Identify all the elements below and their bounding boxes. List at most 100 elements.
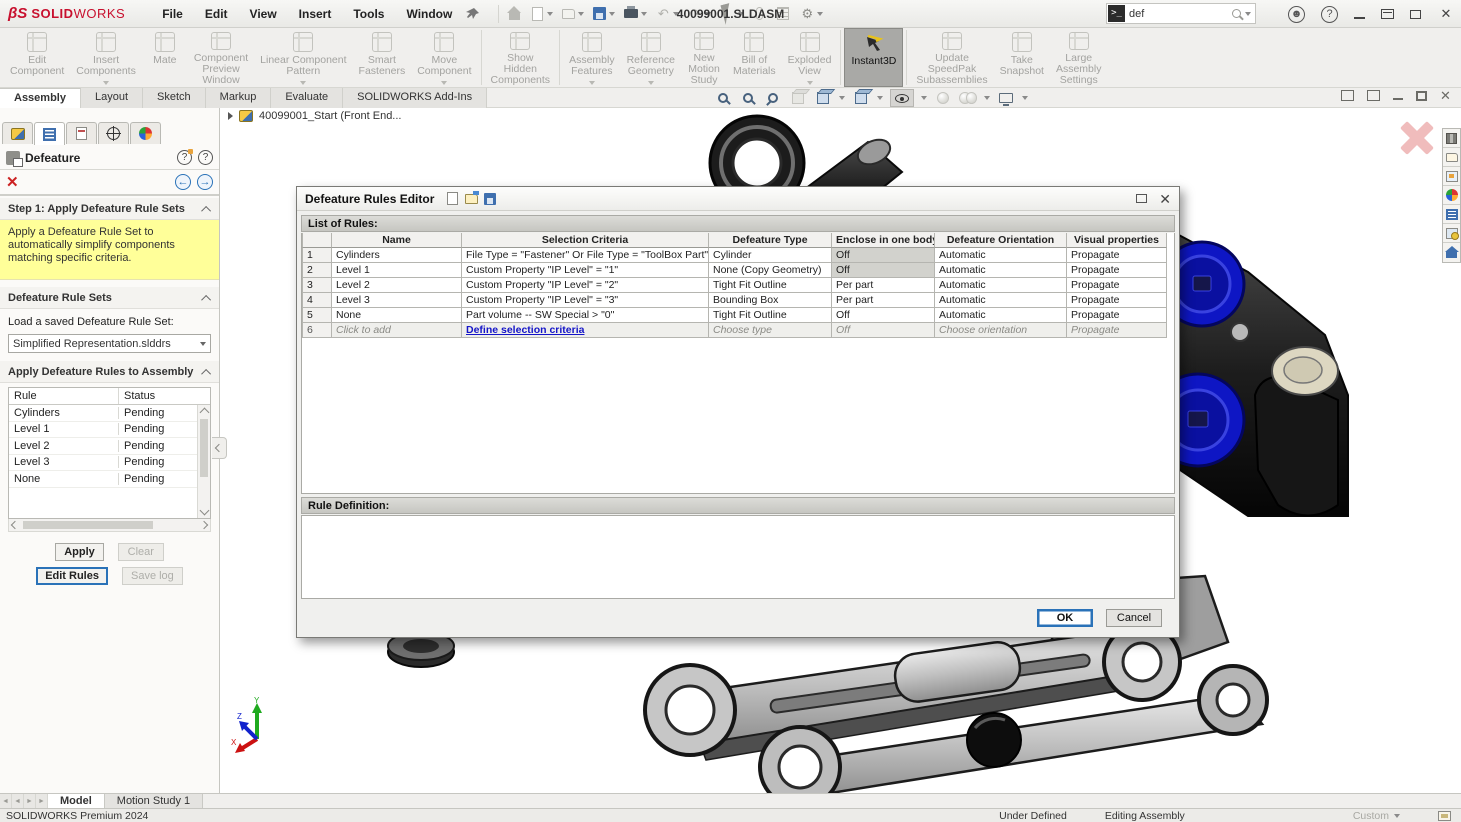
pin-menu-icon[interactable] [465, 6, 481, 22]
save-button[interactable] [589, 4, 618, 23]
custom-dropdown[interactable]: Custom [1353, 810, 1400, 822]
search-dropdown-icon[interactable] [1245, 12, 1251, 16]
display-style-icon[interactable] [852, 90, 870, 106]
ribbon-show-hidden-components[interactable]: Show Hidden Components [485, 28, 557, 87]
cad-admin-dashboard-icon[interactable] [1443, 224, 1460, 243]
ribbon-take-snapshot[interactable]: Take Snapshot [994, 28, 1050, 87]
scene-dropdown-icon[interactable] [984, 96, 990, 100]
rule-row-1[interactable]: 1CylindersFile Type = "Fastener" Or File… [302, 248, 1168, 263]
ribbon-instant3d[interactable]: Instant3D [844, 28, 903, 87]
dialog-title-bar[interactable]: Defeature Rules Editor ✕ [297, 187, 1179, 211]
apply-scene-icon[interactable] [959, 90, 977, 106]
tab-markup[interactable]: Markup [206, 88, 272, 108]
file-explorer-icon[interactable] [1443, 148, 1460, 167]
minimize-button[interactable] [1354, 17, 1365, 19]
ribbon-assembly-features[interactable]: Assembly Features [563, 28, 621, 87]
tab-scroll-prev-icon[interactable]: ◄ [12, 794, 24, 808]
doc-restore-button[interactable] [1416, 91, 1427, 101]
section-view-icon[interactable] [789, 90, 807, 106]
ribbon-update-speedpak[interactable]: Update SpeedPak Subassemblies [910, 28, 993, 87]
configurationmanager-tab[interactable] [66, 122, 97, 144]
menu-window[interactable]: Window [395, 3, 463, 25]
hide-show-dropdown-icon[interactable] [921, 96, 927, 100]
rule-row-5[interactable]: 5NonePart volume -- SW Special > "0"Tigh… [302, 308, 1168, 323]
new-rules-file-icon[interactable] [447, 192, 458, 205]
search-input[interactable] [1126, 8, 1232, 20]
dialog-maximize-button[interactable] [1136, 194, 1147, 203]
view-settings-dropdown-icon[interactable] [1022, 96, 1028, 100]
scrollbar-thumb[interactable] [23, 521, 153, 529]
display-style-dropdown-icon[interactable] [877, 96, 883, 100]
scrollbar-thumb[interactable] [200, 419, 208, 477]
tab-scroll-last-icon[interactable]: ► [36, 794, 48, 808]
apply-rules-section-header[interactable]: Apply Defeature Rules to Assembly [0, 361, 219, 383]
ribbon-bill-of-materials[interactable]: Bill of Materials [727, 28, 782, 87]
ribbon-large-assembly-settings[interactable]: Large Assembly Settings [1050, 28, 1108, 87]
maximize-button[interactable] [1381, 9, 1394, 19]
doc-new-window-icon[interactable] [1341, 90, 1354, 101]
save-log-button[interactable]: Save log [122, 567, 183, 585]
tab-sketch[interactable]: Sketch [143, 88, 206, 108]
ribbon-reference-geometry[interactable]: Reference Geometry [621, 28, 681, 87]
ribbon-linear-component-pattern[interactable]: Linear Component Pattern [254, 28, 352, 87]
tab-scroll-first-icon[interactable]: ◄ [0, 794, 12, 808]
rule-sets-section-header[interactable]: Defeature Rule Sets [0, 287, 219, 309]
tab-scroll-next-icon[interactable]: ► [24, 794, 36, 808]
restore-button[interactable] [1410, 10, 1421, 19]
open-rules-file-icon[interactable] [465, 194, 478, 204]
view-settings-icon[interactable] [997, 90, 1015, 106]
menu-insert[interactable]: Insert [288, 3, 343, 25]
confirmation-corner-cancel-icon[interactable] [1401, 122, 1433, 154]
rule-row-4[interactable]: 4Level 3Custom Property "IP Level" = "3"… [302, 293, 1168, 308]
panel-collapse-handle[interactable] [212, 437, 227, 459]
define-selection-criteria-link[interactable]: Define selection criteria [466, 324, 584, 336]
print-button[interactable] [620, 3, 650, 24]
ribbon-insert-components[interactable]: Insert Components [70, 28, 142, 87]
dimxpertmanager-tab[interactable] [98, 122, 129, 144]
ribbon-component-preview-window[interactable]: Component Preview Window [188, 28, 254, 87]
clear-button[interactable]: Clear [118, 543, 164, 561]
previous-step-icon[interactable]: ← [175, 174, 191, 190]
edit-appearance-icon[interactable] [934, 90, 952, 106]
motion-study-tab[interactable]: Motion Study 1 [105, 794, 203, 808]
cancel-button[interactable]: Cancel [1106, 609, 1162, 627]
tab-layout[interactable]: Layout [81, 88, 143, 108]
panel-help-icon[interactable]: ? [198, 150, 213, 165]
ribbon-exploded-view[interactable]: Exploded View [782, 28, 838, 87]
user-account-icon[interactable]: ☻ [1288, 6, 1305, 23]
rule-row-3[interactable]: 3Level 2Custom Property "IP Level" = "2"… [302, 278, 1168, 293]
rule-set-dropdown[interactable]: Simplified Representation.slddrs [8, 334, 211, 353]
dialog-close-button[interactable]: ✕ [1159, 193, 1171, 205]
next-step-icon[interactable]: → [197, 174, 213, 190]
close-button[interactable]: ✕ [1437, 6, 1455, 22]
cancel-defeature-icon[interactable]: ✕ [6, 173, 19, 191]
open-button[interactable] [558, 4, 587, 24]
home-button[interactable] [504, 5, 525, 22]
new-document-button[interactable] [527, 4, 556, 24]
ribbon-new-motion-study[interactable]: New Motion Study [681, 28, 727, 87]
step1-section-header[interactable]: Step 1: Apply Defeature Rule Sets [0, 198, 219, 220]
options-button[interactable]: ⚙ [796, 4, 826, 24]
edit-rules-button[interactable]: Edit Rules [36, 567, 108, 585]
menu-tools[interactable]: Tools [342, 3, 395, 25]
breadcrumb[interactable]: 40099001_Start (Front End... [228, 110, 401, 122]
status-sheet-icon[interactable] [1438, 811, 1451, 821]
hide-show-items-button[interactable] [890, 89, 914, 107]
ribbon-edit-component[interactable]: Edit Component [4, 28, 70, 87]
previous-view-icon[interactable] [764, 90, 782, 106]
custom-properties-icon[interactable] [1443, 205, 1460, 224]
tab-solidworks-addins[interactable]: SOLIDWORKS Add-Ins [343, 88, 487, 108]
breadcrumb-expand-icon[interactable] [228, 112, 233, 120]
view-orientation-icon[interactable] [814, 90, 832, 106]
ribbon-mate[interactable]: Mate [142, 28, 188, 87]
design-library-icon[interactable] [1443, 129, 1460, 148]
menu-file[interactable]: File [151, 3, 194, 25]
menu-view[interactable]: View [239, 3, 288, 25]
doc-close-button[interactable]: ✕ [1440, 90, 1453, 101]
appearances-scenes-icon[interactable] [1443, 186, 1460, 205]
tab-assembly[interactable]: Assembly [0, 88, 81, 108]
save-rules-file-icon[interactable] [484, 193, 496, 205]
table-horizontal-scrollbar[interactable] [8, 519, 211, 532]
apply-button[interactable]: Apply [55, 543, 104, 561]
help-pinned-icon[interactable]: ? [177, 150, 192, 165]
